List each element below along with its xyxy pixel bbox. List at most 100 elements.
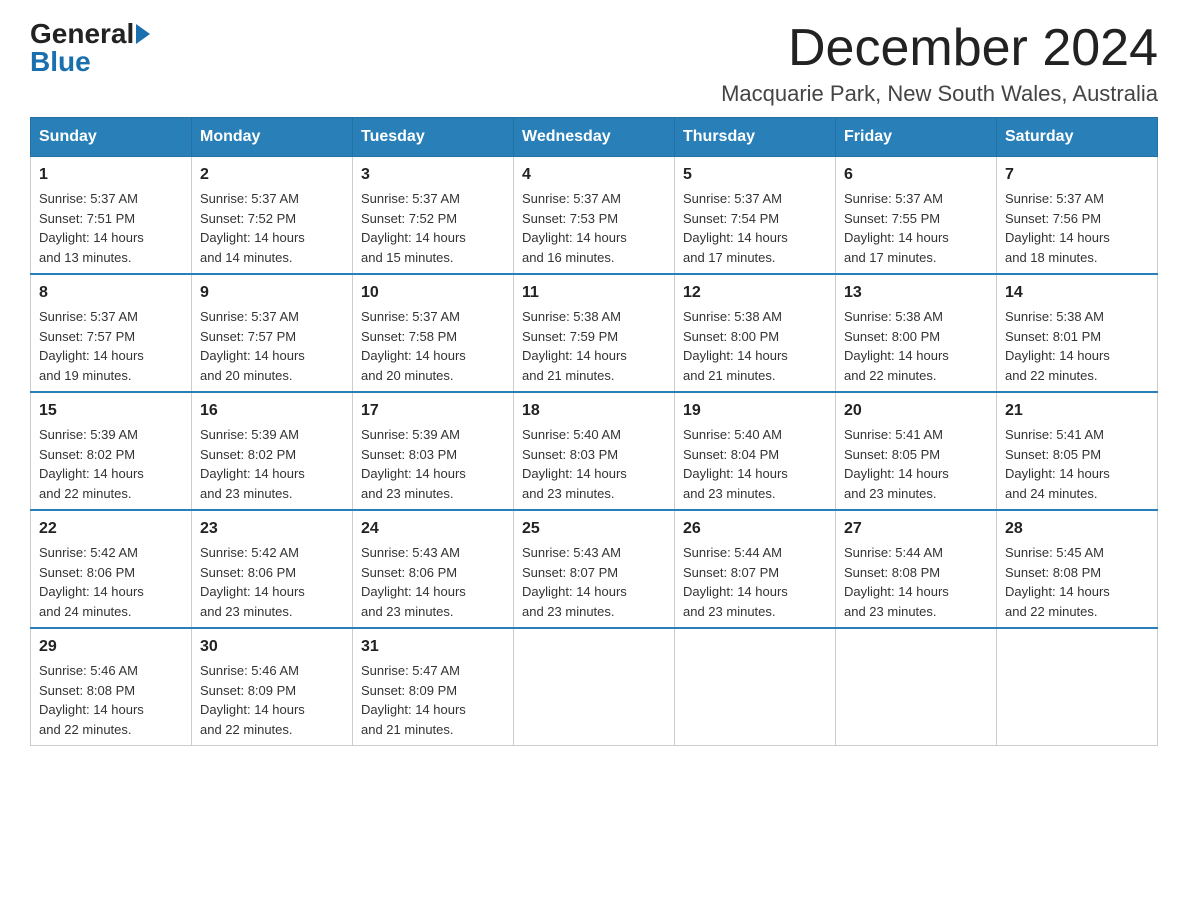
day-number: 13 [844, 281, 988, 305]
location-title: Macquarie Park, New South Wales, Austral… [721, 81, 1158, 107]
calendar-day-cell: 16Sunrise: 5:39 AMSunset: 8:02 PMDayligh… [192, 392, 353, 510]
calendar-day-cell: 20Sunrise: 5:41 AMSunset: 8:05 PMDayligh… [836, 392, 997, 510]
day-info: Sunrise: 5:37 AMSunset: 7:57 PMDaylight:… [200, 307, 344, 385]
calendar-day-cell: 18Sunrise: 5:40 AMSunset: 8:03 PMDayligh… [514, 392, 675, 510]
day-info: Sunrise: 5:42 AMSunset: 8:06 PMDaylight:… [200, 543, 344, 621]
calendar-day-cell: 29Sunrise: 5:46 AMSunset: 8:08 PMDayligh… [31, 628, 192, 746]
calendar-day-cell: 5Sunrise: 5:37 AMSunset: 7:54 PMDaylight… [675, 157, 836, 275]
calendar-day-cell: 23Sunrise: 5:42 AMSunset: 8:06 PMDayligh… [192, 510, 353, 628]
calendar-day-cell: 31Sunrise: 5:47 AMSunset: 8:09 PMDayligh… [353, 628, 514, 746]
logo-blue: Blue [30, 48, 91, 76]
day-info: Sunrise: 5:45 AMSunset: 8:08 PMDaylight:… [1005, 543, 1149, 621]
day-number: 21 [1005, 399, 1149, 423]
header: General Blue December 2024 Macquarie Par… [30, 20, 1158, 107]
day-number: 20 [844, 399, 988, 423]
calendar-day-cell: 28Sunrise: 5:45 AMSunset: 8:08 PMDayligh… [997, 510, 1158, 628]
day-info: Sunrise: 5:39 AMSunset: 8:02 PMDaylight:… [39, 425, 183, 503]
logo: General Blue [30, 20, 150, 76]
day-info: Sunrise: 5:46 AMSunset: 8:08 PMDaylight:… [39, 661, 183, 739]
calendar-day-cell: 14Sunrise: 5:38 AMSunset: 8:01 PMDayligh… [997, 274, 1158, 392]
day-number: 10 [361, 281, 505, 305]
day-info: Sunrise: 5:40 AMSunset: 8:03 PMDaylight:… [522, 425, 666, 503]
day-info: Sunrise: 5:41 AMSunset: 8:05 PMDaylight:… [844, 425, 988, 503]
day-number: 18 [522, 399, 666, 423]
month-title: December 2024 [721, 20, 1158, 77]
calendar-table: SundayMondayTuesdayWednesdayThursdayFrid… [30, 117, 1158, 746]
calendar-day-cell [836, 628, 997, 746]
day-number: 19 [683, 399, 827, 423]
day-info: Sunrise: 5:38 AMSunset: 7:59 PMDaylight:… [522, 307, 666, 385]
calendar-day-cell: 10Sunrise: 5:37 AMSunset: 7:58 PMDayligh… [353, 274, 514, 392]
calendar-day-cell: 24Sunrise: 5:43 AMSunset: 8:06 PMDayligh… [353, 510, 514, 628]
calendar-day-cell: 25Sunrise: 5:43 AMSunset: 8:07 PMDayligh… [514, 510, 675, 628]
day-number: 4 [522, 163, 666, 187]
day-number: 29 [39, 635, 183, 659]
day-info: Sunrise: 5:38 AMSunset: 8:01 PMDaylight:… [1005, 307, 1149, 385]
calendar-day-cell [514, 628, 675, 746]
calendar-day-cell: 21Sunrise: 5:41 AMSunset: 8:05 PMDayligh… [997, 392, 1158, 510]
weekday-header-monday: Monday [192, 118, 353, 157]
calendar-day-cell: 3Sunrise: 5:37 AMSunset: 7:52 PMDaylight… [353, 157, 514, 275]
calendar-day-cell: 30Sunrise: 5:46 AMSunset: 8:09 PMDayligh… [192, 628, 353, 746]
weekday-header-friday: Friday [836, 118, 997, 157]
day-info: Sunrise: 5:37 AMSunset: 7:55 PMDaylight:… [844, 189, 988, 267]
calendar-day-cell: 19Sunrise: 5:40 AMSunset: 8:04 PMDayligh… [675, 392, 836, 510]
day-number: 9 [200, 281, 344, 305]
day-number: 8 [39, 281, 183, 305]
day-number: 24 [361, 517, 505, 541]
calendar-day-cell: 9Sunrise: 5:37 AMSunset: 7:57 PMDaylight… [192, 274, 353, 392]
calendar-day-cell: 15Sunrise: 5:39 AMSunset: 8:02 PMDayligh… [31, 392, 192, 510]
day-info: Sunrise: 5:40 AMSunset: 8:04 PMDaylight:… [683, 425, 827, 503]
day-info: Sunrise: 5:37 AMSunset: 7:56 PMDaylight:… [1005, 189, 1149, 267]
day-number: 15 [39, 399, 183, 423]
day-info: Sunrise: 5:39 AMSunset: 8:02 PMDaylight:… [200, 425, 344, 503]
day-info: Sunrise: 5:44 AMSunset: 8:07 PMDaylight:… [683, 543, 827, 621]
calendar-day-cell: 2Sunrise: 5:37 AMSunset: 7:52 PMDaylight… [192, 157, 353, 275]
weekday-header-row: SundayMondayTuesdayWednesdayThursdayFrid… [31, 118, 1158, 157]
day-number: 30 [200, 635, 344, 659]
day-number: 12 [683, 281, 827, 305]
weekday-header-wednesday: Wednesday [514, 118, 675, 157]
day-number: 17 [361, 399, 505, 423]
calendar-day-cell: 1Sunrise: 5:37 AMSunset: 7:51 PMDaylight… [31, 157, 192, 275]
day-number: 11 [522, 281, 666, 305]
calendar-day-cell: 4Sunrise: 5:37 AMSunset: 7:53 PMDaylight… [514, 157, 675, 275]
calendar-day-cell [997, 628, 1158, 746]
day-number: 14 [1005, 281, 1149, 305]
calendar-day-cell: 12Sunrise: 5:38 AMSunset: 8:00 PMDayligh… [675, 274, 836, 392]
logo-arrow-icon [136, 24, 150, 44]
day-info: Sunrise: 5:38 AMSunset: 8:00 PMDaylight:… [844, 307, 988, 385]
day-info: Sunrise: 5:37 AMSunset: 7:53 PMDaylight:… [522, 189, 666, 267]
day-number: 23 [200, 517, 344, 541]
day-number: 3 [361, 163, 505, 187]
day-info: Sunrise: 5:41 AMSunset: 8:05 PMDaylight:… [1005, 425, 1149, 503]
day-number: 26 [683, 517, 827, 541]
day-info: Sunrise: 5:37 AMSunset: 7:52 PMDaylight:… [361, 189, 505, 267]
day-info: Sunrise: 5:38 AMSunset: 8:00 PMDaylight:… [683, 307, 827, 385]
calendar-day-cell: 17Sunrise: 5:39 AMSunset: 8:03 PMDayligh… [353, 392, 514, 510]
day-info: Sunrise: 5:37 AMSunset: 7:52 PMDaylight:… [200, 189, 344, 267]
day-info: Sunrise: 5:37 AMSunset: 7:57 PMDaylight:… [39, 307, 183, 385]
weekday-header-thursday: Thursday [675, 118, 836, 157]
day-number: 5 [683, 163, 827, 187]
calendar-day-cell: 22Sunrise: 5:42 AMSunset: 8:06 PMDayligh… [31, 510, 192, 628]
day-info: Sunrise: 5:43 AMSunset: 8:06 PMDaylight:… [361, 543, 505, 621]
calendar-day-cell: 11Sunrise: 5:38 AMSunset: 7:59 PMDayligh… [514, 274, 675, 392]
day-number: 27 [844, 517, 988, 541]
day-number: 25 [522, 517, 666, 541]
calendar-day-cell: 7Sunrise: 5:37 AMSunset: 7:56 PMDaylight… [997, 157, 1158, 275]
calendar-day-cell: 13Sunrise: 5:38 AMSunset: 8:00 PMDayligh… [836, 274, 997, 392]
day-number: 22 [39, 517, 183, 541]
day-info: Sunrise: 5:37 AMSunset: 7:58 PMDaylight:… [361, 307, 505, 385]
weekday-header-tuesday: Tuesday [353, 118, 514, 157]
calendar-week-row: 29Sunrise: 5:46 AMSunset: 8:08 PMDayligh… [31, 628, 1158, 746]
day-info: Sunrise: 5:37 AMSunset: 7:51 PMDaylight:… [39, 189, 183, 267]
calendar-day-cell: 26Sunrise: 5:44 AMSunset: 8:07 PMDayligh… [675, 510, 836, 628]
weekday-header-sunday: Sunday [31, 118, 192, 157]
day-number: 16 [200, 399, 344, 423]
day-info: Sunrise: 5:42 AMSunset: 8:06 PMDaylight:… [39, 543, 183, 621]
day-number: 6 [844, 163, 988, 187]
day-info: Sunrise: 5:43 AMSunset: 8:07 PMDaylight:… [522, 543, 666, 621]
day-number: 31 [361, 635, 505, 659]
calendar-week-row: 8Sunrise: 5:37 AMSunset: 7:57 PMDaylight… [31, 274, 1158, 392]
